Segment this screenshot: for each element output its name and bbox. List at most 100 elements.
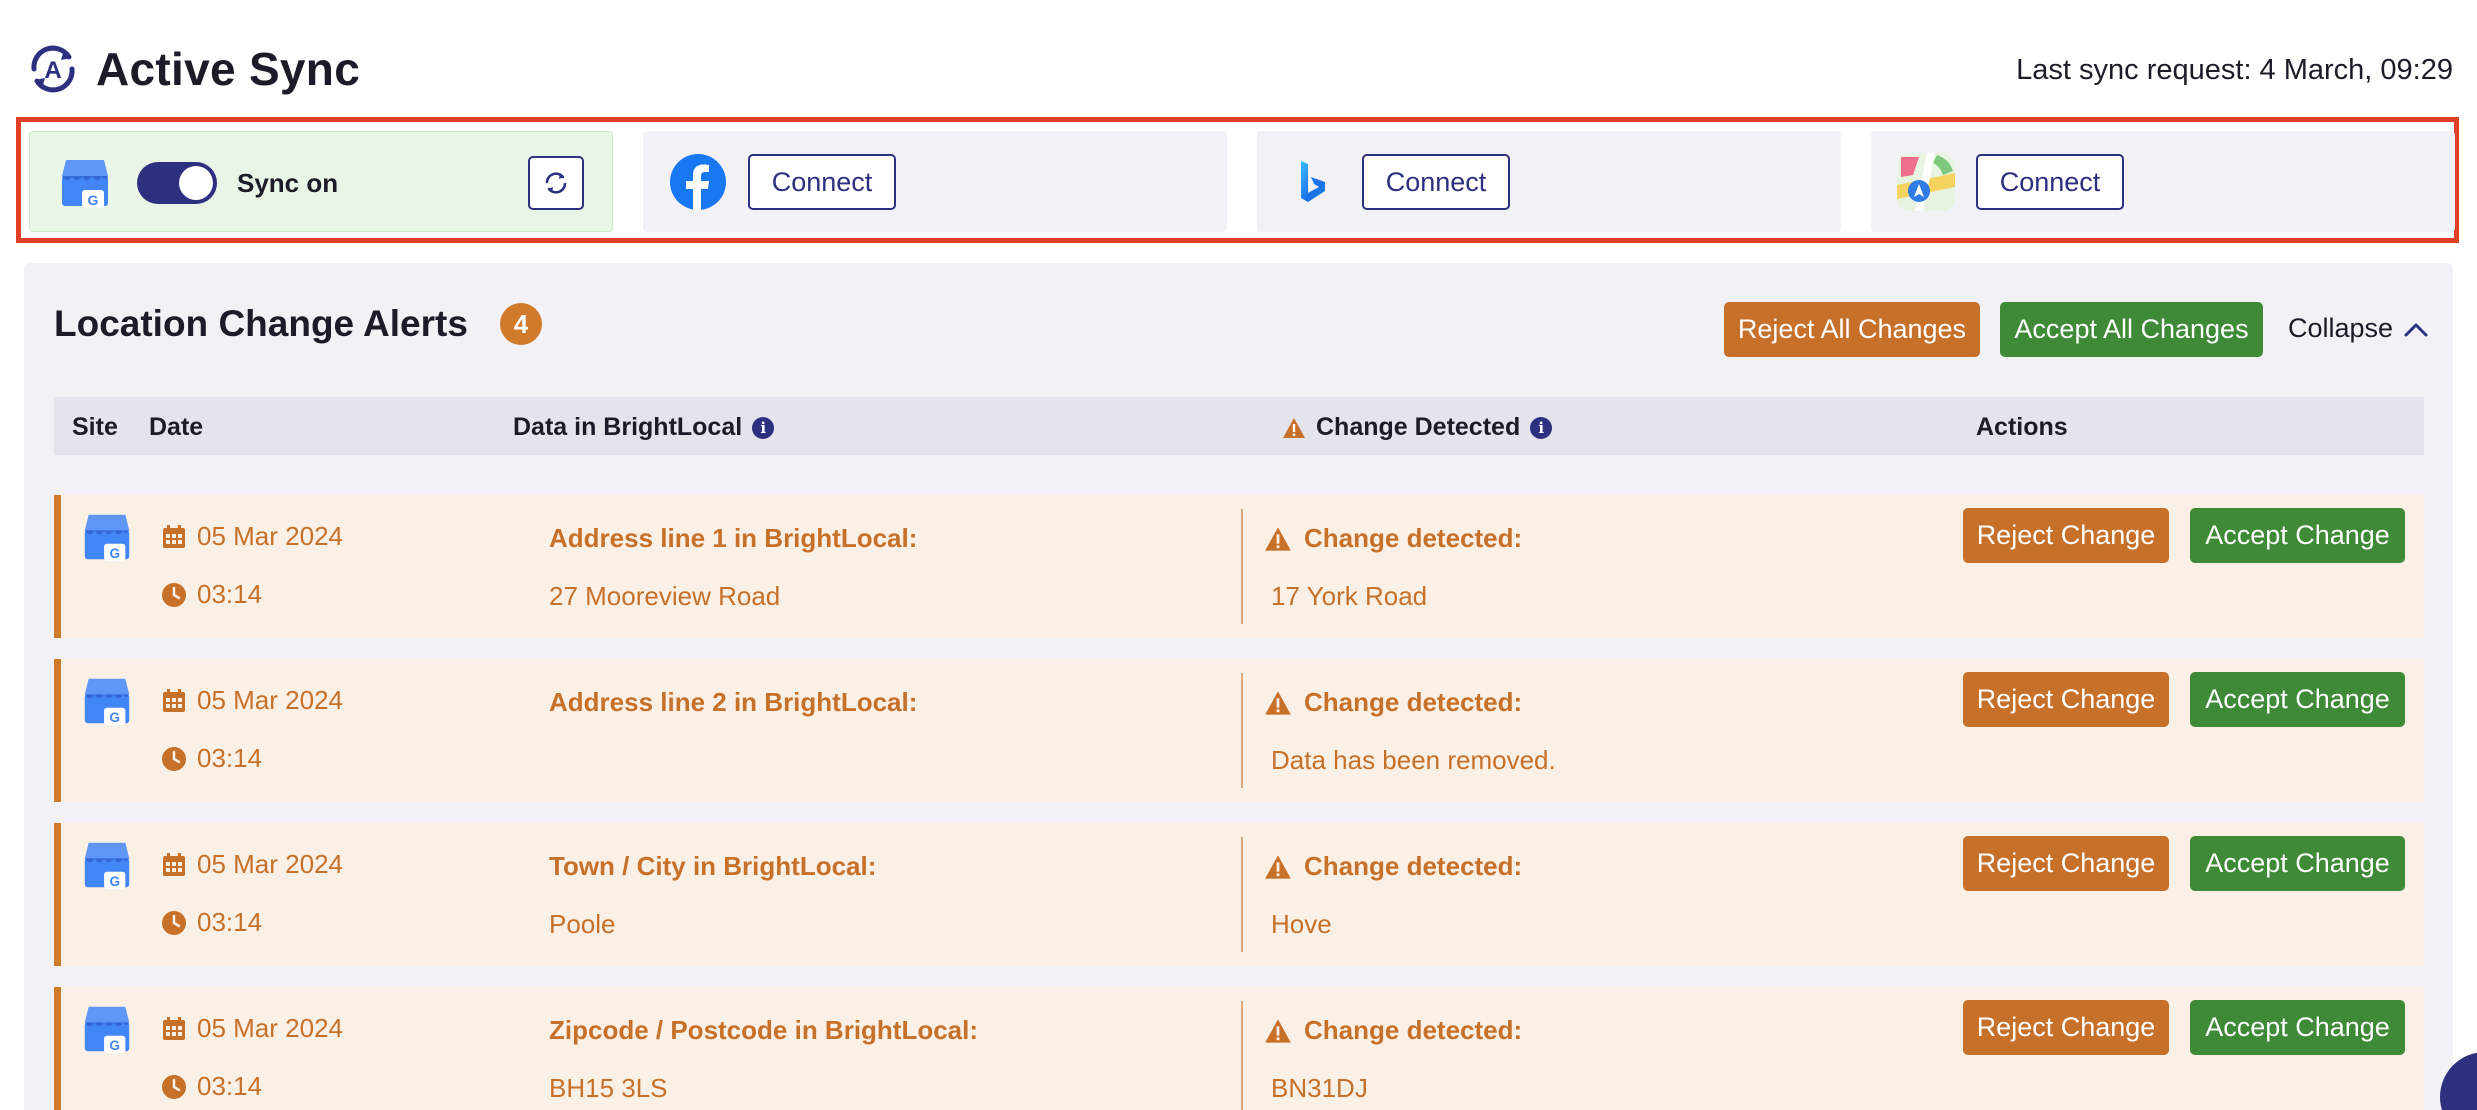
row-date: 05 Mar 2024 xyxy=(161,521,343,552)
calendar-icon xyxy=(163,1016,185,1040)
accept-change-button[interactable]: Accept Change xyxy=(2190,836,2405,891)
warning-icon xyxy=(1265,854,1291,879)
row-time: 03:14 xyxy=(161,579,262,610)
change-label: Change detected: xyxy=(1264,851,1522,882)
clock-icon xyxy=(162,582,186,607)
connect-bing-button[interactable]: Connect xyxy=(1362,154,1510,210)
collapse-label: Collapse xyxy=(2288,313,2394,343)
calendar-icon xyxy=(163,852,185,876)
alert-row: G 05 Mar 2024 03:14 Address line 2 in Br… xyxy=(54,659,2424,802)
row-time: 03:14 xyxy=(161,907,262,938)
field-label: Address line 2 in BrightLocal: xyxy=(549,687,918,717)
info-icon[interactable]: i xyxy=(1530,416,1553,439)
calendar-icon xyxy=(163,524,185,548)
column-header-data: Data in BrightLocal i xyxy=(513,413,775,442)
chevron-up-icon xyxy=(2404,323,2428,336)
facebook-icon xyxy=(670,154,726,210)
info-icon[interactable]: i xyxy=(752,416,775,439)
platform-card-facebook: Connect xyxy=(643,131,1227,232)
accept-all-changes-button[interactable]: Accept All Changes xyxy=(2000,302,2263,357)
sync-toggle[interactable] xyxy=(137,162,217,204)
google-business-icon: G xyxy=(62,160,108,208)
alerts-table-header: Site Date Data in BrightLocal i Change D… xyxy=(54,397,2424,455)
bing-icon xyxy=(1301,161,1325,202)
google-business-icon: G xyxy=(84,842,130,889)
field-value: Poole xyxy=(549,909,616,939)
location-change-alerts-panel: Location Change Alerts 4 Reject All Chan… xyxy=(24,263,2453,1110)
change-value: BN31DJ xyxy=(1271,1073,1368,1103)
accept-change-button[interactable]: Accept Change xyxy=(2190,672,2405,727)
page-header: A Active Sync Last sync request: 4 March… xyxy=(24,40,2453,100)
reject-change-button[interactable]: Reject Change xyxy=(1963,508,2169,563)
svg-text:G: G xyxy=(88,192,99,208)
clock-icon xyxy=(162,746,186,771)
svg-text:G: G xyxy=(109,1038,120,1053)
change-label: Change detected: xyxy=(1264,1015,1522,1046)
warning-icon xyxy=(1265,690,1291,715)
connect-facebook-button[interactable]: Connect xyxy=(748,154,896,210)
row-date: 05 Mar 2024 xyxy=(161,1013,343,1044)
svg-text:G: G xyxy=(109,546,120,561)
warning-icon xyxy=(1283,417,1305,438)
column-header-date: Date xyxy=(149,413,204,441)
brand: A Active Sync xyxy=(24,40,360,98)
change-value: 17 York Road xyxy=(1271,581,1428,611)
accept-change-button[interactable]: Accept Change xyxy=(2190,1000,2405,1055)
field-label: Zipcode / Postcode in BrightLocal: xyxy=(549,1015,979,1045)
change-value: Hove xyxy=(1271,909,1332,939)
field-value: BH15 3LS xyxy=(549,1073,668,1103)
google-business-icon: G xyxy=(84,1006,130,1053)
change-label: Change detected: xyxy=(1264,523,1522,554)
toggle-knob xyxy=(179,166,213,200)
column-header-change: Change Detected i xyxy=(1282,413,1553,442)
alerts-count-badge: 4 xyxy=(500,303,542,345)
platform-card-google: G Sync on xyxy=(29,131,613,232)
field-label: Address line 1 in BrightLocal: xyxy=(549,523,918,553)
refresh-sync-button[interactable] xyxy=(528,156,584,210)
alerts-title: Location Change Alerts xyxy=(54,303,468,344)
row-date: 05 Mar 2024 xyxy=(161,849,343,880)
row-divider xyxy=(1241,673,1243,788)
refresh-icon xyxy=(545,172,567,194)
row-time: 03:14 xyxy=(161,1071,262,1102)
sync-status-label: Sync on xyxy=(237,168,339,198)
warning-icon xyxy=(1265,1018,1291,1043)
svg-text:A: A xyxy=(44,57,61,84)
apple-maps-icon xyxy=(1897,153,1955,211)
connect-apple-maps-button[interactable]: Connect xyxy=(1976,154,2124,210)
change-value: Data has been removed. xyxy=(1271,745,1556,775)
row-time: 03:14 xyxy=(161,743,262,774)
platform-connections-bar: G Sync on Connect Connect Connect xyxy=(16,117,2459,243)
row-divider xyxy=(1241,509,1243,624)
svg-text:G: G xyxy=(109,710,120,725)
clock-icon xyxy=(162,910,186,935)
calendar-icon xyxy=(163,688,185,712)
alert-row: G 05 Mar 2024 03:14 Town / City in Brigh… xyxy=(54,823,2424,966)
reject-change-button[interactable]: Reject Change xyxy=(1963,836,2169,891)
field-value: 27 Mooreview Road xyxy=(549,581,781,611)
field-label: Town / City in BrightLocal: xyxy=(549,851,877,881)
alert-row: G 05 Mar 2024 03:14 Zipcode / Postcode i… xyxy=(54,987,2424,1110)
accept-change-button[interactable]: Accept Change xyxy=(2190,508,2405,563)
active-sync-logo-icon: A xyxy=(31,45,75,93)
warning-icon xyxy=(1265,526,1291,551)
svg-text:G: G xyxy=(109,874,120,889)
clock-icon xyxy=(162,1074,186,1099)
row-divider xyxy=(1241,837,1243,952)
last-sync-timestamp: Last sync request: 4 March, 09:29 xyxy=(2016,54,2453,86)
page-title: Active Sync xyxy=(96,43,361,95)
change-label: Change detected: xyxy=(1264,687,1522,718)
column-header-actions: Actions xyxy=(1976,413,2068,441)
reject-change-button[interactable]: Reject Change xyxy=(1963,1000,2169,1055)
platform-card-apple-maps: Connect xyxy=(1871,131,2455,232)
platform-card-bing: Connect xyxy=(1257,131,1841,232)
collapse-toggle[interactable]: Collapse xyxy=(2288,313,2429,344)
google-business-icon: G xyxy=(84,514,130,561)
reject-all-changes-button[interactable]: Reject All Changes xyxy=(1724,302,1980,357)
row-date: 05 Mar 2024 xyxy=(161,685,343,716)
reject-change-button[interactable]: Reject Change xyxy=(1963,672,2169,727)
alert-row: G 05 Mar 2024 03:14 Address line 1 in Br… xyxy=(54,495,2424,638)
google-business-icon: G xyxy=(84,678,130,725)
row-divider xyxy=(1241,1001,1243,1110)
column-header-site: Site xyxy=(72,413,118,441)
